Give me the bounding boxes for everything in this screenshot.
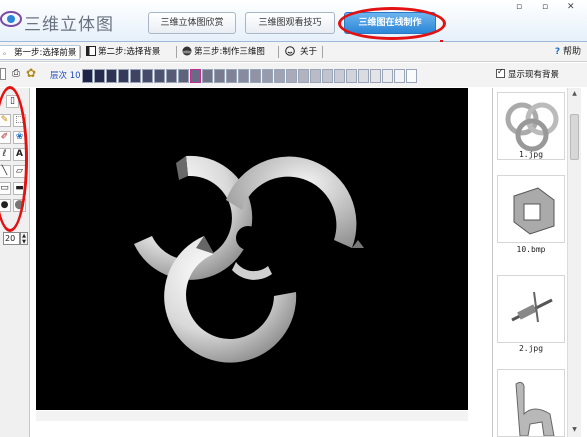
brush-size-stepper[interactable]: ▲ ▼ bbox=[20, 232, 28, 245]
layer-swatch[interactable] bbox=[250, 69, 261, 83]
layer-swatch[interactable] bbox=[166, 69, 177, 83]
divider bbox=[80, 46, 81, 58]
layer-swatch[interactable] bbox=[178, 69, 189, 83]
layer-swatch[interactable] bbox=[274, 69, 285, 83]
tool-palette: ▯ ✎ ⬚ ✐ ❀ ℓ A ╲ ▱ ▭ ▬ ● ⬤ bbox=[0, 88, 30, 437]
layer-swatch[interactable] bbox=[358, 69, 369, 83]
brush-icon[interactable]: ℓ bbox=[0, 148, 11, 161]
print-icon[interactable]: ⎙ bbox=[12, 68, 20, 79]
help-label: 帮助 bbox=[562, 47, 581, 57]
layer-swatch[interactable] bbox=[310, 69, 321, 83]
tab-3d-gallery[interactable]: 三维立体图欣赏 bbox=[148, 12, 236, 34]
step-toolbar: ◦ 第一步:选择前景 第二步:选择背景 第三步:制作三维图 关于 ? 帮助 bbox=[0, 42, 587, 62]
layer-swatch[interactable] bbox=[82, 69, 93, 83]
step-one-icon: ◦ bbox=[2, 50, 8, 60]
layer-swatch[interactable] bbox=[154, 69, 165, 83]
eyedropper-icon[interactable]: ✐ bbox=[0, 131, 11, 144]
drawing-canvas[interactable] bbox=[36, 88, 468, 410]
eraser-icon[interactable]: ▱ bbox=[13, 165, 26, 178]
fill-icon[interactable]: ✎ bbox=[0, 114, 11, 127]
app-title: 三维立体图 bbox=[24, 15, 114, 35]
layer-swatch[interactable] bbox=[334, 69, 345, 83]
step-make-3d[interactable]: 第三步:制作三维图 bbox=[182, 45, 265, 60]
thumbnail-item[interactable] bbox=[497, 369, 565, 437]
thumbnail-label: 2.jpg bbox=[518, 344, 544, 353]
layer-swatch[interactable] bbox=[202, 69, 213, 83]
satellite-thumbnail bbox=[511, 291, 553, 323]
help-icon: ? bbox=[554, 47, 561, 57]
biohazard-artwork bbox=[134, 155, 364, 363]
step-select-background[interactable]: 第二步:选择背景 bbox=[86, 45, 160, 60]
layer-swatch[interactable] bbox=[118, 69, 129, 83]
layer-swatch[interactable] bbox=[262, 69, 273, 83]
layer-swatch[interactable] bbox=[286, 69, 297, 83]
line-icon[interactable]: ╲ bbox=[0, 165, 11, 178]
cube-frame-thumbnail bbox=[513, 187, 555, 235]
checkbox-icon bbox=[496, 67, 505, 78]
canvas-scrollbar[interactable] bbox=[36, 411, 468, 421]
tab-online-maker[interactable]: 三维图在线制作 bbox=[344, 12, 436, 34]
new-page-icon[interactable]: ▯ bbox=[6, 95, 19, 108]
gear-icon[interactable]: ✿ bbox=[26, 66, 36, 80]
tab-viewing-tips[interactable]: 三维图观看技巧 bbox=[245, 12, 335, 34]
step-label: 第一步:选择前景 bbox=[14, 48, 77, 58]
background-icon bbox=[86, 46, 96, 56]
scroll-up-icon[interactable]: ▲ bbox=[570, 90, 579, 99]
layer-swatch[interactable] bbox=[298, 69, 309, 83]
app-logo-icon bbox=[0, 11, 22, 27]
color-replace-icon[interactable]: ❀ bbox=[13, 131, 26, 144]
help-button[interactable]: ? 帮助 bbox=[555, 45, 581, 60]
layer-swatch[interactable] bbox=[322, 69, 333, 83]
layer-label: 层次 10 bbox=[50, 71, 81, 81]
divider bbox=[176, 46, 177, 58]
layer-swatch[interactable] bbox=[190, 69, 201, 83]
layer-swatch[interactable] bbox=[370, 69, 381, 83]
tool-stub-icon[interactable] bbox=[0, 68, 6, 80]
divider bbox=[322, 46, 323, 58]
scroll-thumb[interactable] bbox=[570, 114, 579, 160]
close-icon[interactable]: ✕ bbox=[567, 2, 575, 12]
step-label: 第三步:制作三维图 bbox=[194, 47, 265, 57]
minimize-icon[interactable]: ▫ bbox=[516, 2, 522, 12]
maximize-icon[interactable]: ▫ bbox=[542, 2, 548, 12]
layer-swatch[interactable] bbox=[382, 69, 393, 83]
layer-swatch[interactable] bbox=[238, 69, 249, 83]
layer-swatch[interactable] bbox=[130, 69, 141, 83]
brush-size-input[interactable]: 20 bbox=[3, 232, 20, 245]
sphere-icon bbox=[182, 46, 192, 56]
step-label: 关于 bbox=[300, 47, 318, 57]
layer-swatch[interactable] bbox=[94, 69, 105, 83]
text-icon[interactable]: A bbox=[13, 148, 26, 161]
dinosaur-thumbnail bbox=[515, 381, 555, 436]
layer-swatch[interactable] bbox=[394, 69, 405, 83]
layer-swatch[interactable] bbox=[406, 69, 417, 83]
layer-swatch-strip bbox=[82, 69, 418, 83]
thumbnail-item[interactable] bbox=[497, 175, 565, 243]
layer-swatch[interactable] bbox=[142, 69, 153, 83]
step-label: 第二步:选择背景 bbox=[98, 47, 161, 57]
rectangle-icon[interactable]: ▭ bbox=[0, 182, 11, 195]
circle-icon[interactable]: ● bbox=[0, 199, 11, 212]
sphere-tool-icon[interactable]: ⬤ bbox=[13, 199, 26, 212]
divider bbox=[278, 46, 279, 58]
rect-select-icon[interactable]: ⬚ bbox=[13, 114, 26, 127]
scroll-down-icon[interactable]: ▼ bbox=[570, 426, 579, 435]
step-select-foreground[interactable]: ◦ 第一步:选择前景 bbox=[0, 45, 81, 60]
checkbox-label: 显示现有背景 bbox=[508, 70, 560, 80]
filled-rectangle-icon[interactable]: ▬ bbox=[13, 182, 26, 195]
layer-swatch[interactable] bbox=[106, 69, 117, 83]
smiley-icon bbox=[285, 46, 295, 56]
layer-swatch[interactable] bbox=[226, 69, 237, 83]
thumbnail-label: 1.jpg bbox=[518, 150, 544, 159]
title-bar: 三维立体图 三维立体图欣赏 三维图观看技巧 三维图在线制作 ▫ ▫ ✕ bbox=[0, 0, 587, 42]
layer-swatch[interactable] bbox=[214, 69, 225, 83]
thumbnail-scrollbar[interactable]: ▲ ▼ bbox=[567, 88, 581, 437]
layer-swatch[interactable] bbox=[346, 69, 357, 83]
step-about[interactable]: 关于 bbox=[285, 45, 317, 60]
show-existing-background-checkbox[interactable]: 显示现有背景 bbox=[496, 67, 560, 80]
thumbnail-item[interactable] bbox=[497, 275, 565, 343]
thumbnail-label: 10.bmp bbox=[516, 245, 546, 254]
